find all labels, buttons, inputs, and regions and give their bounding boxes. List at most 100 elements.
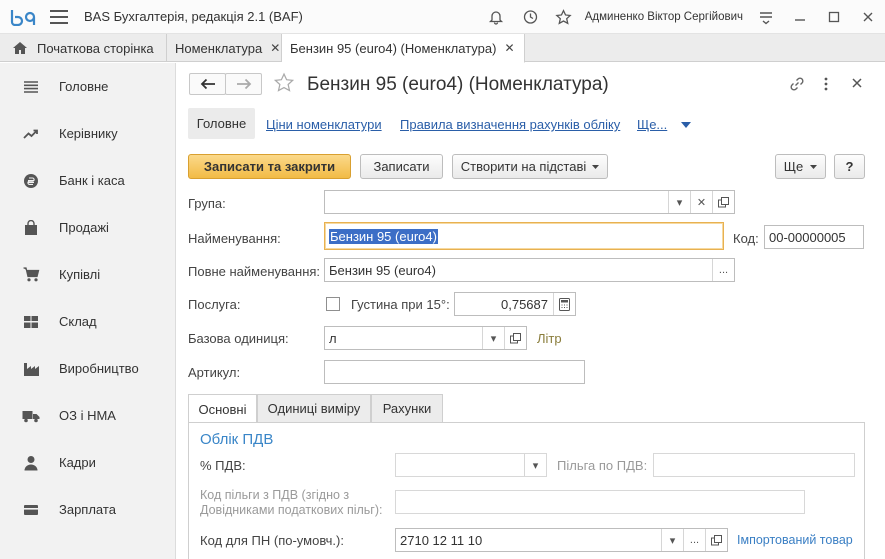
sidebar-item-label: ОЗ і НМА	[59, 408, 116, 423]
minimize-icon[interactable]	[783, 0, 817, 34]
ellipsis-icon[interactable]: ...	[683, 529, 705, 551]
dropdown-icon[interactable]: ▾	[661, 529, 683, 551]
name-label: Найменування:	[188, 231, 281, 246]
favorite-star-icon[interactable]	[273, 72, 295, 97]
sidebar-item-label: Керівнику	[59, 126, 118, 141]
sidebar-item-purchases[interactable]: Купівлі	[0, 251, 175, 298]
create-based-on-button[interactable]: Створити на підставі	[452, 154, 608, 179]
close-window-icon[interactable]	[851, 0, 885, 34]
tab-main-panel: Облік ПДВ % ПДВ: ▾ Пільга по ПДВ: Код пі…	[188, 422, 865, 559]
sidebar-item-label: Головне	[59, 79, 109, 94]
item-form: Бензин 95 (euro4) (Номенклатура) Головне…	[177, 63, 885, 559]
close-form-icon[interactable]	[851, 77, 863, 92]
help-button[interactable]: ?	[834, 154, 865, 179]
star-icon[interactable]	[547, 0, 581, 34]
save-button[interactable]: Записати	[360, 154, 443, 179]
tab-main[interactable]: Основні	[188, 394, 257, 423]
vat-rate-label: % ПДВ:	[200, 458, 246, 473]
sidebar-item-label: Банк і каса	[59, 173, 125, 188]
open-icon[interactable]	[712, 191, 734, 213]
tab-home-label: Початкова сторінка	[37, 40, 154, 56]
calculator-icon[interactable]	[553, 293, 575, 315]
open-icon[interactable]	[504, 327, 526, 349]
sidebar-item-label: Купівлі	[59, 267, 101, 282]
arrow-right-icon	[236, 78, 251, 90]
link-main-active[interactable]: Головне	[188, 108, 255, 139]
base-unit-name: Літр	[537, 331, 562, 346]
user-name[interactable]: Админенко Віктор Сергійович	[585, 11, 743, 23]
back-button[interactable]	[189, 73, 226, 95]
sidebar-item-manager[interactable]: Керівнику	[0, 110, 175, 157]
bell-icon[interactable]	[479, 0, 513, 34]
code-value: 00-00000005	[769, 229, 846, 245]
tab-home[interactable]: Початкова сторінка	[0, 34, 167, 62]
sidebar-item-sales[interactable]: Продажі	[0, 204, 175, 251]
clear-icon[interactable]: ✕	[690, 191, 712, 213]
history-icon[interactable]	[513, 0, 547, 34]
sidebar-item-production[interactable]: Виробництво	[0, 345, 175, 392]
link-icon[interactable]	[789, 76, 805, 95]
bag-icon	[22, 219, 40, 237]
save-and-close-button[interactable]: Записати та закрити	[188, 154, 351, 179]
code-label: Код:	[733, 231, 759, 246]
sidebar: Головне Керівнику Банк і каса Продажі Ку…	[0, 63, 176, 559]
tab-accounts[interactable]: Рахунки	[371, 394, 443, 422]
dropdown-icon[interactable]: ▾	[524, 454, 546, 476]
forward-button[interactable]	[225, 73, 262, 95]
service-checkbox[interactable]	[326, 297, 340, 311]
full-name-label: Повне найменування:	[188, 264, 321, 279]
sidebar-item-label: Продажі	[59, 220, 109, 235]
dropdown-icon[interactable]: ▾	[482, 327, 504, 349]
tab-item-label: Бензин 95 (euro4) (Номенклатура)	[290, 40, 497, 56]
benefit-code-label-line1: Код пільги з ПДВ (згідно з	[200, 488, 350, 502]
create-based-on-label: Створити на підставі	[460, 159, 587, 174]
close-tab-icon[interactable]: ✕	[504, 41, 514, 55]
maximize-icon[interactable]	[817, 0, 851, 34]
more-vertical-icon[interactable]	[823, 76, 829, 95]
tabs-bar: Початкова сторінка Номенклатура ✕ Бензин…	[0, 34, 885, 63]
form-title: Бензин 95 (euro4) (Номенклатура)	[307, 74, 609, 95]
article-field[interactable]	[324, 360, 585, 384]
sidebar-item-label: Кадри	[59, 455, 96, 470]
sidebar-item-bank[interactable]: Банк і каса	[0, 157, 175, 204]
imported-goods-link[interactable]: Імпортований товар	[737, 533, 853, 547]
link-more-label: Ще...	[637, 117, 668, 132]
full-name-field[interactable]: Бензин 95 (euro4) ...	[324, 258, 735, 282]
close-tab-icon[interactable]: ✕	[270, 41, 280, 55]
group-field[interactable]: ▾ ✕	[324, 190, 735, 214]
link-more[interactable]: Ще...	[637, 117, 692, 132]
tab-nomenclature[interactable]: Номенклатура ✕	[167, 34, 282, 62]
person-icon	[22, 454, 40, 472]
sidebar-item-label: Склад	[59, 314, 97, 329]
pn-code-field[interactable]: 2710 12 11 10 ▾ ...	[395, 528, 728, 552]
sidebar-item-fixed-assets[interactable]: ОЗ і НМА	[0, 392, 175, 439]
density-value: 0,75687	[501, 296, 548, 312]
article-label: Артикул:	[188, 365, 241, 380]
menu-icon[interactable]	[50, 9, 68, 24]
sidebar-item-salary[interactable]: Зарплата	[0, 486, 175, 533]
tab-units[interactable]: Одиниці виміру	[257, 394, 371, 422]
chevron-down-icon	[810, 164, 818, 169]
sidebar-item-warehouse[interactable]: Склад	[0, 298, 175, 345]
benefit-code-field	[395, 490, 805, 514]
settings-lines-icon[interactable]	[749, 0, 783, 34]
base-unit-field[interactable]: л ▾	[324, 326, 527, 350]
link-main-label: Головне	[196, 116, 247, 131]
tab-item[interactable]: Бензин 95 (euro4) (Номенклатура) ✕	[282, 34, 525, 63]
more-actions-button[interactable]: Ще	[775, 154, 826, 179]
open-icon[interactable]	[705, 529, 727, 551]
vat-rate-field[interactable]: ▾	[395, 453, 547, 477]
link-account-rules[interactable]: Правила визначення рахунків обліку	[400, 117, 620, 132]
app-logo-icon	[10, 7, 36, 27]
density-field[interactable]: 0,75687	[454, 292, 576, 316]
pn-code-label: Код для ПН (по-умовч.):	[200, 533, 344, 548]
sidebar-item-hr[interactable]: Кадри	[0, 439, 175, 486]
link-prices[interactable]: Ціни номенклатури	[266, 117, 382, 132]
dropdown-icon[interactable]: ▾	[668, 191, 690, 213]
sidebar-item-label: Виробництво	[59, 361, 139, 376]
ellipsis-icon[interactable]: ...	[712, 259, 734, 281]
code-field[interactable]: 00-00000005	[764, 225, 864, 249]
sidebar-item-main[interactable]: Головне	[0, 63, 175, 110]
name-field[interactable]: Бензин 95 (euro4)	[324, 222, 724, 250]
full-name-value: Бензин 95 (euro4)	[329, 262, 436, 278]
